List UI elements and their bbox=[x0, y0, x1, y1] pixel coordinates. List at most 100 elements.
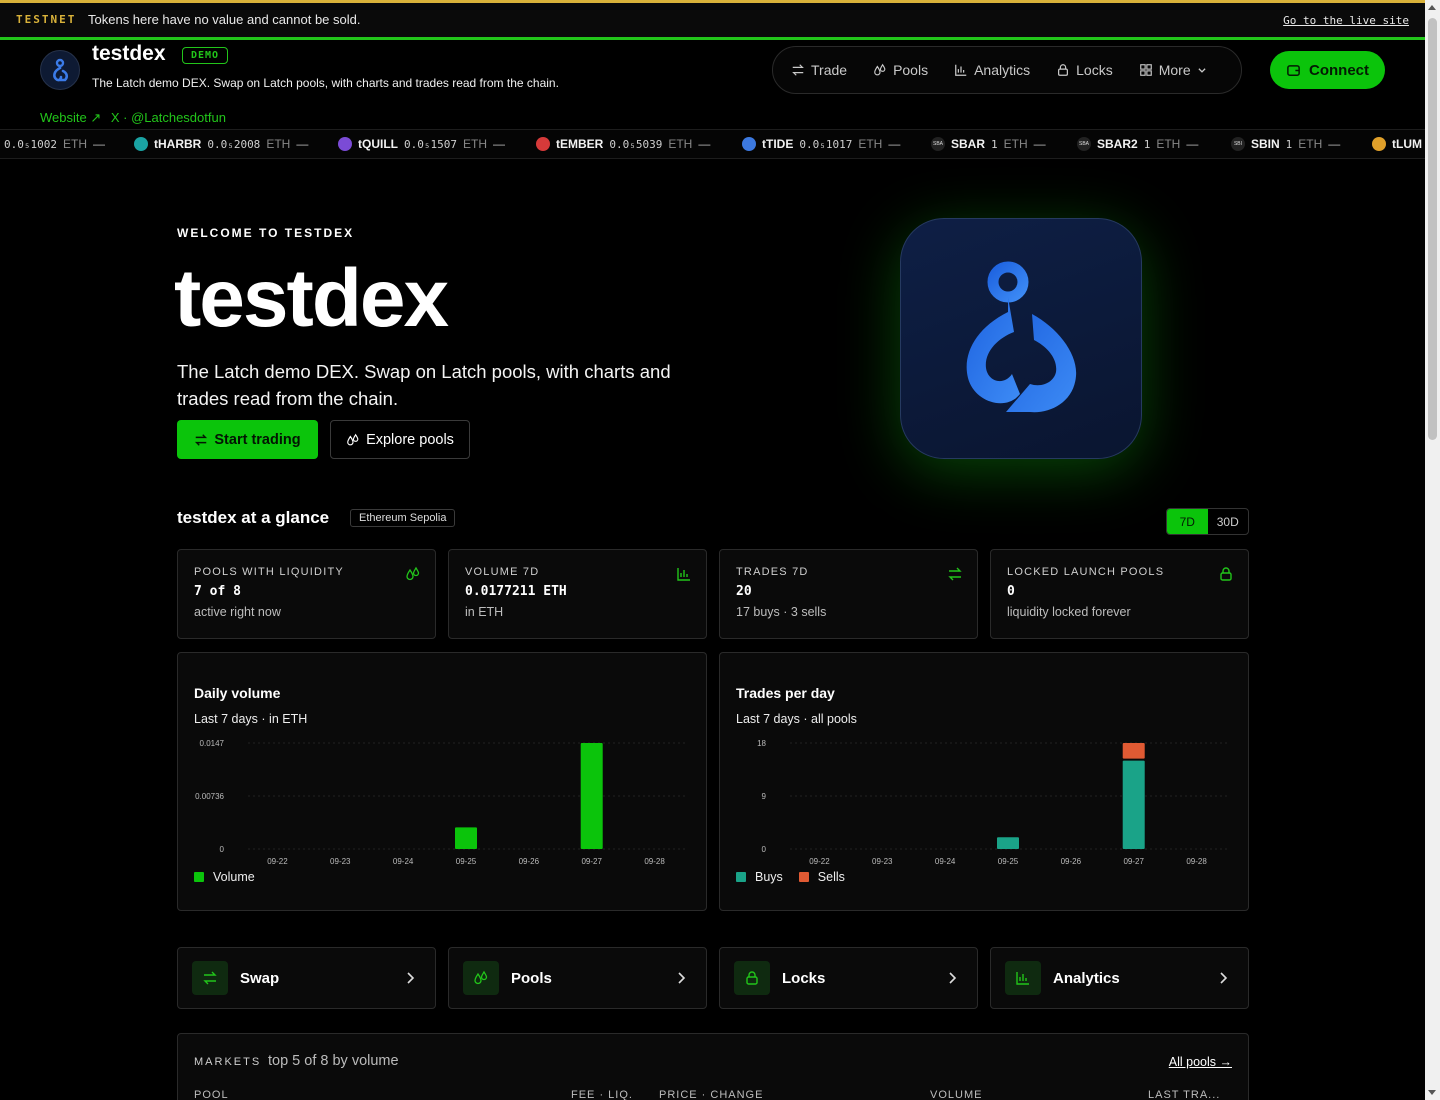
ticker-item[interactable]: tEMBER 0.0₅5039 ETH — bbox=[536, 137, 710, 151]
ticker-item[interactable]: 0.0₅1002 ETH — bbox=[4, 137, 105, 151]
stat-trades-7d: TRADES 7D 20 17 buys · 3 sells bbox=[719, 549, 978, 639]
testnet-message: Tokens here have no value and cannot be … bbox=[88, 12, 361, 27]
chevron-right-icon bbox=[407, 972, 415, 984]
quick-link-locks[interactable]: Locks bbox=[719, 947, 978, 1009]
stat-pools-with-liquidity: POOLS WITH LIQUIDITY 7 of 8 active right… bbox=[177, 549, 436, 639]
stat-sub: 17 buys · 3 sells bbox=[736, 605, 827, 619]
column-header-price-change[interactable]: PRICE · CHANGE bbox=[659, 1089, 763, 1100]
y-tick-label: 9 bbox=[762, 792, 767, 801]
ticker-unit: ETH bbox=[1156, 137, 1181, 151]
nav-locks[interactable]: Locks bbox=[1056, 62, 1113, 78]
stat-label: VOLUME 7D bbox=[465, 566, 540, 578]
column-header-fee-liq[interactable]: FEE · LIQ. bbox=[571, 1089, 633, 1100]
nav-trade[interactable]: Trade bbox=[791, 62, 847, 78]
glance-title: testdex at a glance bbox=[177, 508, 330, 527]
legend-swatch bbox=[798, 872, 809, 882]
scroll-thumb[interactable] bbox=[1428, 18, 1437, 440]
legend-label: Volume bbox=[213, 870, 255, 884]
page-scrollbar[interactable] bbox=[1425, 0, 1440, 1100]
brand-name[interactable]: testdex bbox=[92, 42, 166, 66]
column-header-pool[interactable]: POOL bbox=[194, 1089, 229, 1100]
token-icon bbox=[1372, 137, 1386, 151]
quick-link-pools[interactable]: Pools bbox=[448, 947, 707, 1009]
header-tagline: The Latch demo DEX. Swap on Latch pools,… bbox=[92, 76, 559, 90]
stat-value: 20 bbox=[736, 584, 752, 599]
ticker-item[interactable]: SBI SBIN 1 ETH — bbox=[1231, 137, 1340, 151]
quick-link-label: Analytics bbox=[1053, 969, 1120, 987]
daily-volume-chart: Daily volume Last 7 days · in ETH 0 0.007… bbox=[177, 652, 707, 911]
nav-pools-label: Pools bbox=[893, 62, 929, 78]
website-link[interactable]: Website ↗ bbox=[40, 110, 101, 125]
range-30d[interactable]: 30D bbox=[1208, 509, 1249, 534]
welcome-eyebrow: WELCOME TO TESTDEX bbox=[177, 226, 355, 240]
markets-title: MARKETS bbox=[194, 1056, 262, 1068]
quick-link-swap[interactable]: Swap bbox=[177, 947, 436, 1009]
scroll-up-arrow[interactable] bbox=[1428, 5, 1436, 10]
range-7d[interactable]: 7D bbox=[1167, 509, 1208, 534]
nav-analytics[interactable]: Analytics bbox=[954, 62, 1030, 78]
x-tick-label: 09-27 bbox=[581, 857, 602, 866]
x-tick-label: 09-22 bbox=[809, 857, 830, 866]
drops-icon bbox=[347, 433, 359, 445]
legend-swatch bbox=[194, 872, 204, 882]
x-tick-label: 09-23 bbox=[330, 857, 351, 866]
y-tick-label: 0.00736 bbox=[195, 792, 224, 801]
stat-volume-7d: VOLUME 7D 0.0177211 ETH in ETH bbox=[448, 549, 707, 639]
explore-pools-label: Explore pools bbox=[366, 431, 454, 448]
swap-icon bbox=[792, 64, 804, 76]
connect-label: Connect bbox=[1309, 61, 1369, 79]
ticker-unit: ETH bbox=[1003, 137, 1028, 151]
ticker-symbol: tTIDE bbox=[762, 137, 794, 151]
column-header-last-trade[interactable]: LAST TRA... bbox=[1148, 1089, 1220, 1100]
chevron-right-icon bbox=[949, 972, 957, 984]
legend-label: Sells bbox=[817, 870, 845, 884]
x-link[interactable]: X · @Latchesdotfun bbox=[111, 110, 226, 125]
ticker-item[interactable]: tTIDE 0.0₅1017 ETH — bbox=[742, 137, 900, 151]
stat-value: 7 of 8 bbox=[194, 584, 241, 599]
ticker-item[interactable]: tQUILL 0.0₅1507 ETH — bbox=[338, 137, 505, 151]
x-tick-label: 09-27 bbox=[1123, 857, 1144, 866]
live-site-link[interactable]: Go to the live site bbox=[1283, 14, 1409, 27]
ticker-separator: — bbox=[1033, 137, 1046, 151]
ticker-item[interactable]: tLUM bbox=[1372, 137, 1422, 151]
bar-chart-icon bbox=[955, 64, 967, 76]
x-tick-label: 09-28 bbox=[644, 857, 665, 866]
y-tick-label: 18 bbox=[757, 739, 766, 748]
ticker-item[interactable]: SBA SBAR2 1 ETH — bbox=[1077, 137, 1198, 151]
nav-more[interactable]: More bbox=[1139, 62, 1207, 78]
bar-buys bbox=[1122, 760, 1145, 849]
ticker-separator: — bbox=[698, 137, 711, 151]
ticker-unit: ETH bbox=[668, 137, 693, 151]
x-tick-label: 09-24 bbox=[935, 857, 956, 866]
chevron-right-icon bbox=[1220, 972, 1228, 984]
logo-icon[interactable] bbox=[40, 50, 80, 90]
bar-volume bbox=[580, 743, 603, 849]
chevron-right-icon bbox=[678, 972, 686, 984]
connect-button[interactable]: Connect bbox=[1270, 51, 1385, 89]
daily-volume-plot: 0 0.00736 0.0147 09-22 09-23 09-24 09-25 09-26 0… bbox=[195, 739, 688, 866]
drops-icon bbox=[874, 63, 886, 76]
ticker-symbol: SBAR2 bbox=[1097, 137, 1138, 151]
quick-link-analytics[interactable]: Analytics bbox=[990, 947, 1249, 1009]
nav-more-label: More bbox=[1158, 62, 1191, 78]
token-icon bbox=[338, 137, 352, 151]
ticker-item[interactable]: SBA SBAR 1 ETH — bbox=[931, 137, 1046, 151]
column-header-volume[interactable]: VOLUME bbox=[930, 1089, 982, 1100]
ticker-price: 1 bbox=[991, 137, 998, 151]
stat-label: TRADES 7D bbox=[736, 566, 809, 578]
swap-icon bbox=[192, 961, 228, 995]
main-nav: Trade Pools Analytics Locks More bbox=[772, 46, 1242, 94]
hero-logo-art bbox=[900, 218, 1142, 459]
all-pools-link[interactable]: All pools → bbox=[1169, 1055, 1232, 1069]
start-trading-button[interactable]: Start trading bbox=[177, 420, 318, 459]
scroll-down-arrow[interactable] bbox=[1428, 1090, 1436, 1095]
ticker-price: 0.0₅1002 bbox=[4, 137, 57, 151]
ticker-price: 1 bbox=[1285, 137, 1293, 151]
nav-pools[interactable]: Pools bbox=[873, 62, 928, 78]
ticker-item[interactable]: tHARBR 0.0₅2008 ETH — bbox=[134, 137, 308, 151]
stat-locked-launch-pools: LOCKED LAUNCH POOLS 0 liquidity locked f… bbox=[990, 549, 1249, 639]
lock-icon bbox=[1058, 64, 1069, 76]
bar-buys bbox=[997, 837, 1019, 849]
ticker-separator: — bbox=[888, 137, 901, 151]
explore-pools-button[interactable]: Explore pools bbox=[330, 420, 470, 459]
